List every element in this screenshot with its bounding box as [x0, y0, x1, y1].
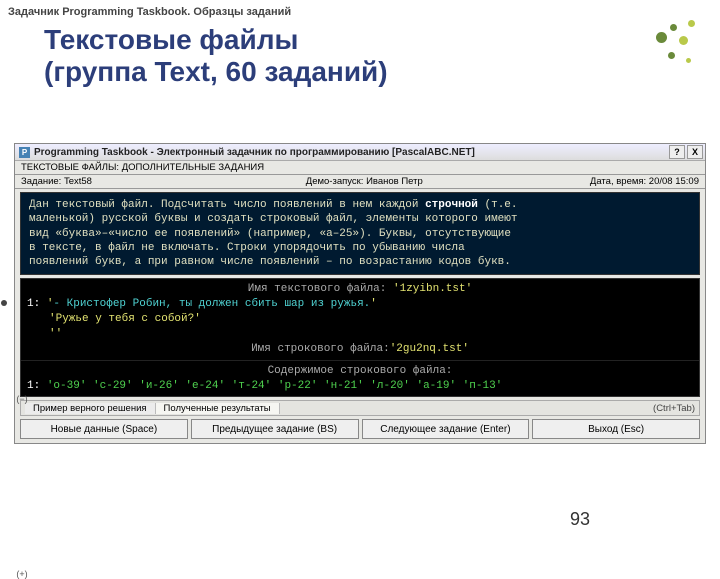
app-icon: P	[19, 147, 30, 158]
io-panel: Имя текстового файла: '1zyibn.tst' 1: '-…	[20, 278, 700, 397]
output-block: Содержимое строкового файла: 1: 'о-39' '…	[21, 361, 699, 397]
page-title: Текстовые файлы(группа Text, 60 заданий)	[0, 20, 720, 96]
window-title: Programming Taskbook - Электронный задач…	[34, 147, 669, 158]
task-description-panel: Дан текстовый файл. Подсчитать число поя…	[20, 192, 700, 275]
collapse-minus[interactable]: (−)	[16, 394, 28, 404]
titlebar: P Programming Taskbook - Электронный зад…	[15, 144, 705, 161]
input-block: Имя текстового файла: '1zyibn.tst' 1: '-…	[21, 279, 699, 360]
tab-hint: (Ctrl+Tab)	[653, 403, 695, 414]
page-number: 93	[570, 509, 590, 530]
help-button[interactable]: ?	[669, 145, 685, 159]
new-data-button[interactable]: Новые данные (Space)	[20, 419, 188, 439]
info-blank2	[306, 162, 509, 173]
expand-plus[interactable]: (+)	[16, 569, 28, 579]
info-datetime: Дата, время: 20/08 15:09	[509, 176, 699, 187]
info-student: Демо-запуск: Иванов Петр	[306, 176, 509, 187]
slide-bullet	[1, 300, 7, 306]
info-topic: ТЕКСТОВЫЕ ФАЙЛЫ: ДОПОЛНИТЕЛЬНЫЕ ЗАДАНИЯ	[21, 162, 306, 173]
prev-task-button[interactable]: Предыдущее задание (BS)	[191, 419, 359, 439]
tab-results[interactable]: Полученные результаты	[156, 403, 280, 414]
close-button[interactable]: X	[687, 145, 703, 159]
tab-correct-example[interactable]: Пример верного решения	[25, 403, 156, 414]
bottom-panel: Пример верного решения Полученные резуль…	[15, 400, 705, 443]
taskbook-window: P Programming Taskbook - Электронный зад…	[14, 143, 706, 444]
info-task: Задание: Text58	[21, 176, 306, 187]
exit-button[interactable]: Выход (Esc)	[532, 419, 700, 439]
next-task-button[interactable]: Следующее задание (Enter)	[362, 419, 530, 439]
button-row: Новые данные (Space) Предыдущее задание …	[20, 419, 700, 439]
tab-row: Пример верного решения Полученные резуль…	[20, 400, 700, 416]
decorative-dots	[646, 18, 704, 76]
doc-header-text: Задачник Programming Taskbook. Образцы з…	[0, 0, 720, 20]
info-blank3	[509, 162, 699, 173]
